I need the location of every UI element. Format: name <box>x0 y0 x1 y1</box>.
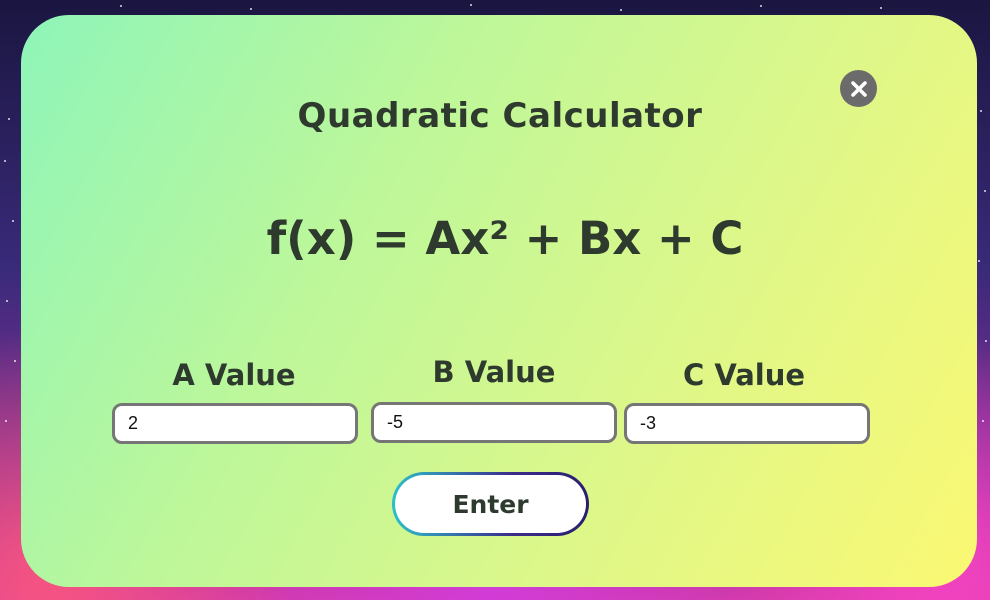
b-value-input[interactable] <box>371 402 617 443</box>
star <box>984 190 986 192</box>
star <box>470 4 472 6</box>
star <box>880 7 882 9</box>
star <box>14 360 16 362</box>
dialog-title: Quadratic Calculator <box>297 96 703 136</box>
star <box>985 340 987 342</box>
a-value-label: A Value <box>172 358 296 392</box>
star <box>620 9 622 11</box>
star <box>5 420 7 422</box>
enter-button[interactable]: Enter <box>392 472 589 536</box>
star <box>120 5 122 7</box>
star <box>760 5 762 7</box>
star <box>4 160 6 162</box>
quadratic-formula: f(x) = Ax² + Bx + C <box>266 212 744 265</box>
c-value-label: C Value <box>682 358 806 392</box>
star <box>6 300 8 302</box>
star <box>982 420 984 422</box>
star <box>250 8 252 10</box>
c-value-input[interactable] <box>624 403 870 444</box>
a-value-input[interactable] <box>112 403 358 444</box>
b-value-label: B Value <box>432 355 556 389</box>
